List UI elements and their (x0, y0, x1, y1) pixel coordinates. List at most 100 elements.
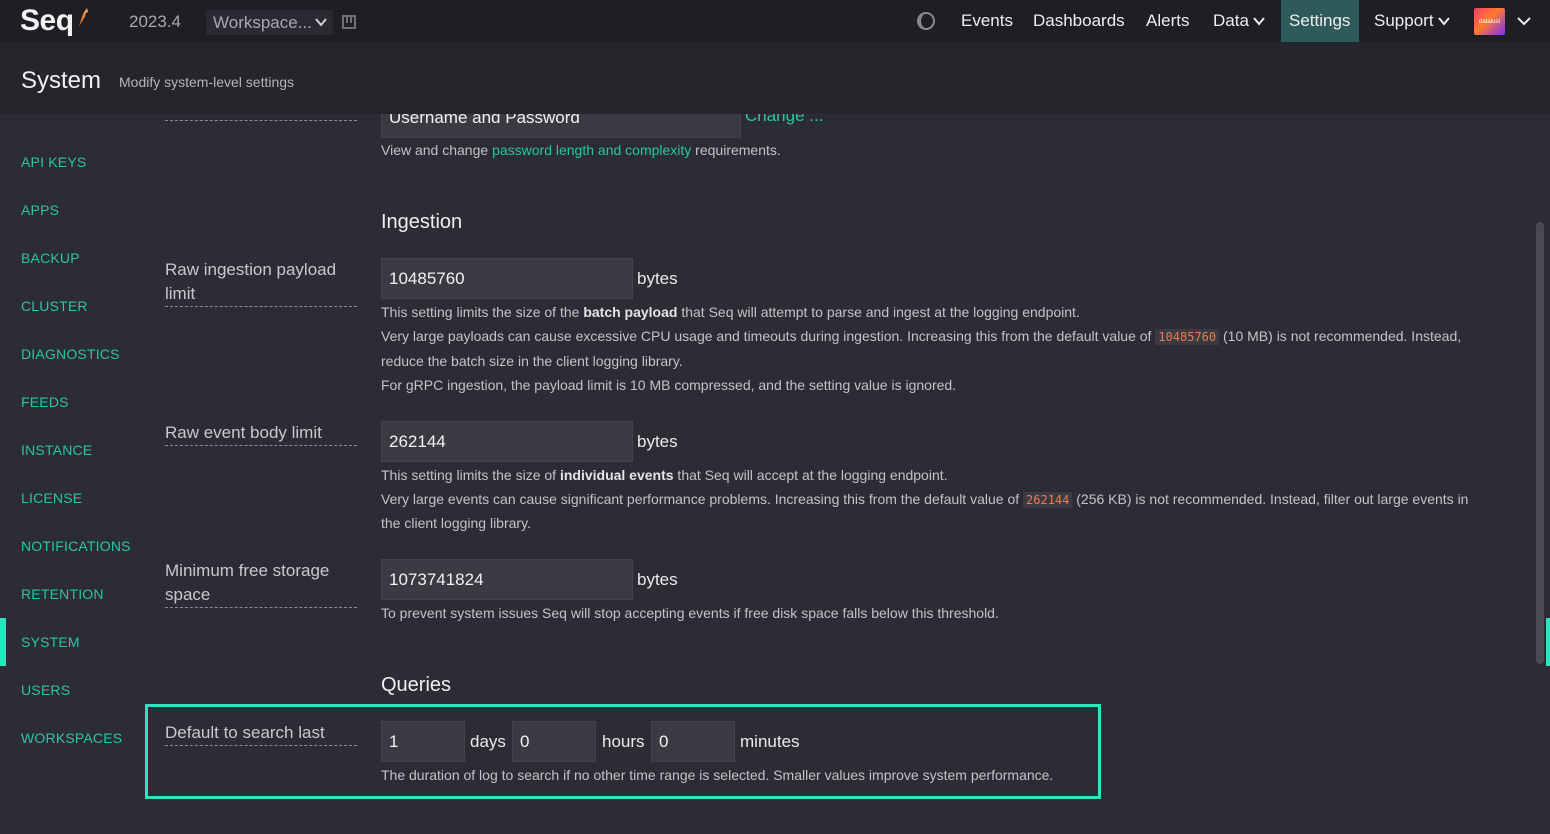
search-hours-input[interactable]: 0 (512, 721, 596, 762)
event-body-limit-value: 262144 (389, 431, 446, 451)
event-body-limit-unit: bytes (637, 432, 678, 451)
default-search-label: Default to search last (165, 721, 357, 746)
search-minutes-input[interactable]: 0 (651, 721, 735, 762)
default-search-help: The duration of log to search if no othe… (381, 767, 1054, 783)
ingestion-heading: Ingestion (381, 211, 463, 233)
nav-support[interactable]: Support (1366, 0, 1459, 42)
sidebar-item-license[interactable]: LICENSE (21, 490, 82, 506)
chevron-down-icon[interactable] (1516, 14, 1532, 28)
content-scrollbar[interactable] (1536, 222, 1544, 664)
free-storage-help: To prevent system issues Seq will stop a… (381, 605, 999, 621)
event-body-help-3: the client logging library. (381, 515, 531, 531)
event-body-help-2: Very large events can cause significant … (381, 487, 1468, 512)
scroll-position-indicator (1546, 618, 1550, 666)
search-days-value: 1 (389, 731, 399, 751)
auth-method-clip: Username and Password (381, 114, 741, 138)
avatar-text: datalust (1478, 18, 1500, 25)
nav-events[interactable]: Events (953, 0, 1021, 42)
queries-heading: Queries (381, 674, 452, 696)
sidebar-item-workspaces[interactable]: WORKSPACES (21, 730, 122, 746)
payload-default-code: 10485760 (1155, 329, 1220, 345)
nav-alerts[interactable]: Alerts (1138, 0, 1197, 42)
payload-help-2-pre: Very large payloads can cause excessive … (381, 328, 1156, 344)
event-body-help-1-post: that Seq will accept at the logging endp… (673, 467, 948, 483)
nav-settings[interactable]: Settings (1281, 0, 1359, 42)
sidebar-active-indicator (0, 618, 6, 666)
logo-text: Seq (20, 4, 74, 37)
theme-toggle-icon[interactable] (916, 11, 936, 31)
page-subtitle: Modify system-level settings (119, 74, 295, 90)
nav-settings-label: Settings (1289, 11, 1351, 30)
payload-help-1-pre: This setting limits the size of the (381, 304, 584, 320)
free-storage-value: 1073741824 (389, 569, 484, 589)
sidebar-item-apps[interactable]: APPS (21, 202, 59, 218)
change-auth-link[interactable]: Change ... (745, 114, 823, 126)
nav-data[interactable]: Data (1205, 0, 1274, 42)
event-body-help-2-post: (256 KB) is not recommended. Instead, fi… (1072, 491, 1469, 507)
nav-dashboards-label: Dashboards (1033, 11, 1125, 30)
payload-help-1-post: that Seq will attempt to parse and inges… (677, 304, 1080, 320)
page-title: System (21, 67, 102, 94)
change-auth-clip: Change ... (745, 114, 823, 132)
event-body-help-2-pre: Very large events can cause significant … (381, 491, 1024, 507)
search-days-input[interactable]: 1 (381, 721, 465, 762)
sidebar-item-api-keys[interactable]: API KEYS (21, 154, 86, 170)
auth-help: View and change password length and comp… (381, 138, 781, 162)
payload-help-2: Very large payloads can cause excessive … (381, 324, 1461, 349)
nav-events-label: Events (961, 11, 1013, 30)
bookmark-icon[interactable] (342, 14, 356, 30)
payload-limit-label: Raw ingestion payload limit (165, 258, 357, 307)
payload-help-3: reduce the batch size in the client logg… (381, 353, 683, 369)
sidebar-item-feeds[interactable]: FEEDS (21, 394, 69, 410)
payload-help-1-bold: batch payload (583, 304, 678, 320)
search-hours-unit: hours (602, 732, 645, 751)
payload-help-1: This setting limits the size of the batc… (381, 300, 1080, 324)
sidebar-item-users[interactable]: USERS (21, 682, 70, 698)
event-body-help-1-bold: individual events (559, 467, 674, 483)
nav-dashboards[interactable]: Dashboards (1025, 0, 1133, 42)
event-body-limit-label: Raw event body limit (165, 421, 357, 446)
free-storage-input[interactable]: 1073741824 (381, 559, 633, 600)
chevron-down-icon (1437, 17, 1450, 26)
top-navbar: Seq 2023.4 Workspace... Events Dashboard… (0, 0, 1550, 42)
auth-help-post: requirements. (691, 142, 781, 158)
nav-data-label: Data (1213, 11, 1249, 30)
seq-logo[interactable]: Seq (20, 4, 89, 38)
event-body-help-1-pre: This setting limits the size of (381, 467, 560, 483)
event-body-help-1: This setting limits the size of individu… (381, 463, 948, 487)
sidebar-item-cluster[interactable]: CLUSTER (21, 298, 88, 314)
sidebar-item-instance[interactable]: INSTANCE (21, 442, 92, 458)
search-minutes-unit: minutes (740, 732, 800, 751)
event-body-limit-input[interactable]: 262144 (381, 421, 633, 462)
auth-method-value: Username and Password (389, 114, 580, 127)
free-storage-unit: bytes (637, 570, 678, 589)
workspace-label: Workspace... (213, 12, 312, 32)
payload-limit-input[interactable]: 10485760 (381, 258, 633, 299)
nav-alerts-label: Alerts (1146, 11, 1190, 30)
password-complexity-link[interactable]: password length and complexity (492, 142, 691, 158)
page-header: System Modify system-level settings (0, 42, 1550, 114)
chevron-down-icon (1253, 17, 1265, 26)
auth-label-underline (165, 114, 357, 121)
search-days-unit: days (470, 732, 506, 751)
payload-help-4: For gRPC ingestion, the payload limit is… (381, 377, 957, 393)
version-label: 2023.4 (129, 12, 181, 31)
sidebar-item-retention[interactable]: RETENTION (21, 586, 104, 602)
user-avatar[interactable]: datalust (1474, 8, 1505, 35)
nav-support-label: Support (1374, 11, 1434, 30)
search-minutes-value: 0 (659, 731, 669, 751)
workspace-dropdown[interactable]: Workspace... (206, 10, 333, 35)
event-body-default-code: 262144 (1023, 492, 1073, 508)
sidebar-item-notifications[interactable]: NOTIFICATIONS (21, 538, 131, 554)
chevron-down-icon (315, 18, 327, 27)
auth-method-field[interactable]: Username and Password (381, 114, 741, 138)
payload-help-2-post: (10 MB) is not recommended. Instead, (1219, 328, 1462, 344)
logo-mark-icon (78, 8, 88, 26)
free-storage-label: Minimum free storage space (165, 559, 357, 608)
sidebar-item-system[interactable]: SYSTEM (21, 634, 80, 650)
sidebar-item-backup[interactable]: BACKUP (21, 250, 80, 266)
sidebar-item-diagnostics[interactable]: DIAGNOSTICS (21, 346, 120, 362)
payload-limit-value: 10485760 (389, 268, 465, 288)
auth-help-pre: View and change (381, 142, 493, 158)
search-hours-value: 0 (520, 731, 530, 751)
